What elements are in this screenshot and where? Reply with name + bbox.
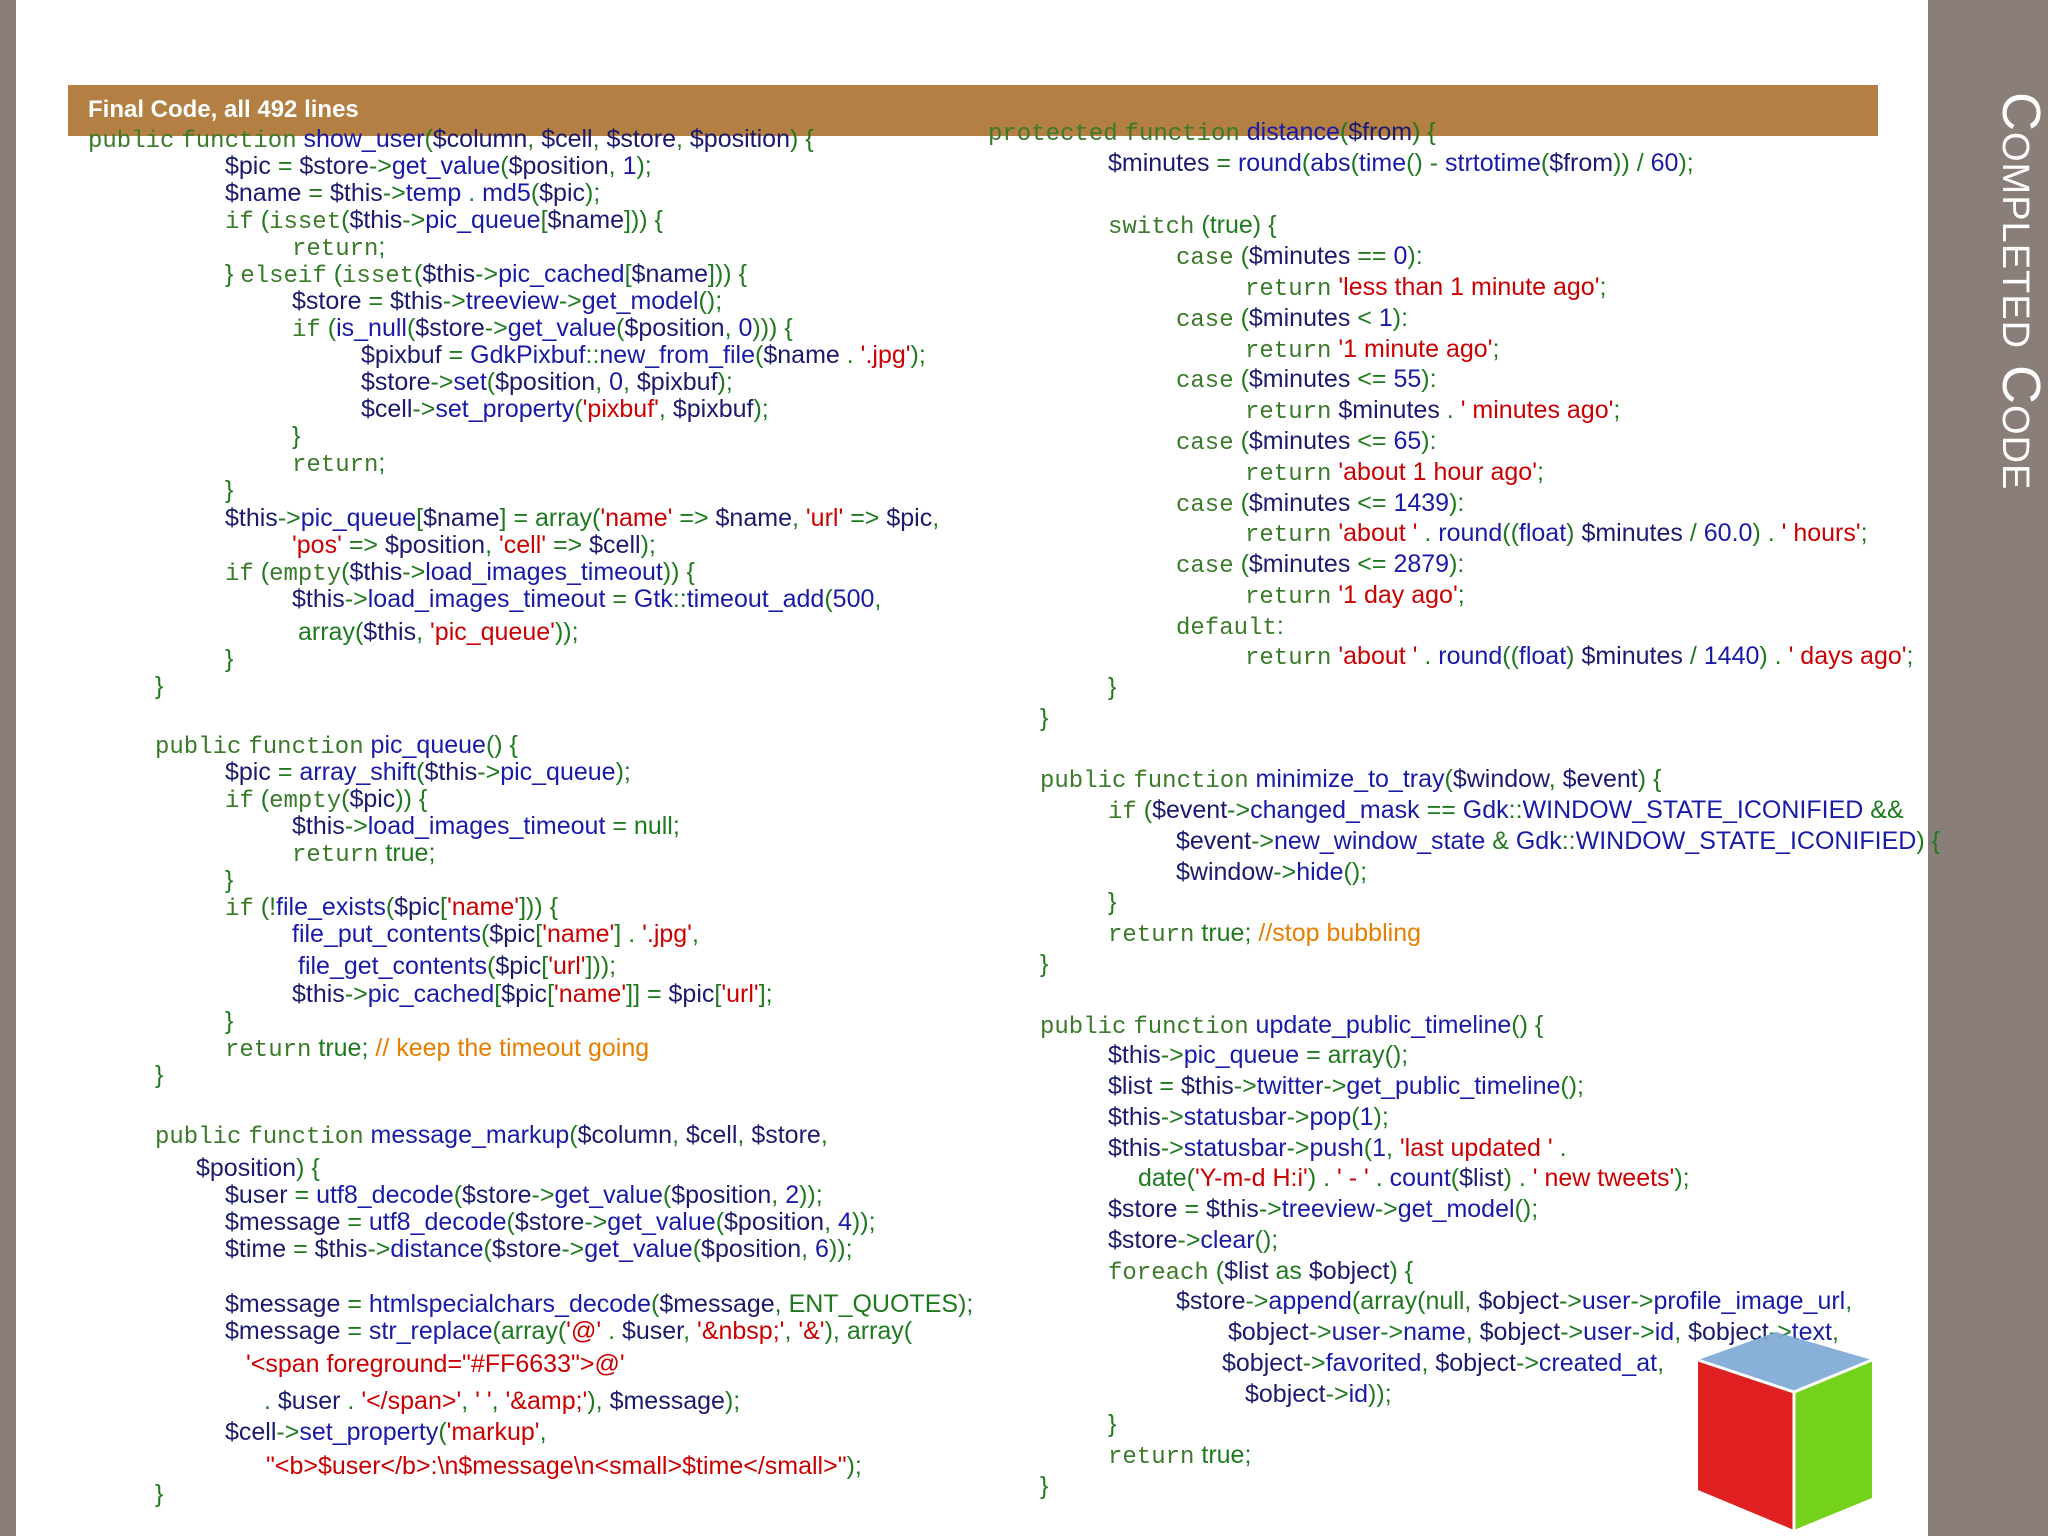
code-line: public function message_markup($column, … — [155, 1121, 828, 1151]
code-line: $this->statusbar->push(1, 'last updated … — [1108, 1134, 1567, 1162]
code-line: $store->set($position, 0, $pixbuf); — [361, 368, 733, 396]
code-line: $store = $this->treeview->get_model(); — [1108, 1195, 1539, 1223]
code-line: return true; // keep the timeout going — [225, 1034, 650, 1064]
code-line: case ($minutes < 1): — [1176, 304, 1409, 334]
code-line: $pic = array_shift($this->pic_queue); — [225, 758, 631, 786]
code-line: return 'about 1 hour ago'; — [1245, 458, 1544, 488]
code-line: . $user . '</span>', ' ', '&amp;'), $mes… — [264, 1387, 741, 1415]
code-line: } — [1040, 950, 1049, 978]
code-line: return true; //stop bubbling — [1108, 919, 1421, 949]
code-line: date('Y-m-d H:i') . ' - ' . count($list)… — [1138, 1164, 1690, 1192]
code-line: '<span foreground="#FF6633">@' — [246, 1350, 625, 1378]
code-line: return $minutes . ' minutes ago'; — [1245, 396, 1621, 426]
code-line: if (isset($this->pic_queue[$name])) { — [225, 206, 663, 236]
code-line: $this->pic_queue = array(); — [1108, 1041, 1409, 1069]
code-line: } — [225, 866, 234, 894]
code-line: } — [292, 422, 301, 450]
code-line: switch (true) { — [1108, 211, 1277, 241]
code-line: protected function distance($from) { — [988, 118, 1436, 148]
code-line: } — [1108, 673, 1117, 701]
code-line: $pixbuf = GdkPixbuf::new_from_file($name… — [361, 341, 926, 369]
code-line: case ($minutes <= 65): — [1176, 427, 1437, 457]
code-line: $store->append(array(null, $object->user… — [1176, 1287, 1853, 1315]
code-line: return 'about ' . round((float) $minutes… — [1245, 642, 1914, 672]
code-line: foreach ($list as $object) { — [1108, 1257, 1414, 1287]
code-line: $cell->set_property('markup', — [225, 1418, 547, 1446]
code-line: $minutes = round(abs(time() - strtotime(… — [1108, 149, 1694, 177]
code-line: $message = htmlspecialchars_decode($mess… — [225, 1290, 974, 1318]
gtk-cube-logo — [1697, 1332, 1873, 1530]
code-line: 'pos' => $position, 'cell' => $cell); — [292, 531, 656, 559]
code-line: return '1 day ago'; — [1245, 581, 1465, 611]
code-line: case ($minutes <= 2879): — [1176, 550, 1465, 580]
code-line: return 'about ' . round((float) $minutes… — [1245, 519, 1868, 549]
code-line: $window->hide(); — [1176, 858, 1368, 886]
code-line: $this->pic_cached[$pic['name']] = $pic['… — [292, 980, 773, 1008]
code-line: return true; — [292, 839, 436, 869]
code-line: public function update_public_timeline()… — [1040, 1011, 1544, 1041]
code-line: $this->statusbar->pop(1); — [1108, 1103, 1389, 1131]
code-line: case ($minutes == 0): — [1176, 242, 1423, 272]
code-line: $object->id)); — [1245, 1380, 1392, 1408]
code-line: $object->favorited, $object->created_at, — [1222, 1349, 1665, 1377]
code-line: $position) { — [196, 1154, 320, 1182]
code-line: } — [155, 1480, 164, 1508]
code-line: } — [155, 672, 164, 700]
code-line: file_get_contents($pic['url'])); — [298, 952, 617, 980]
code-line: if ($event->changed_mask == Gdk::WINDOW_… — [1108, 796, 1904, 826]
code-line: } — [1108, 888, 1117, 916]
code-line: $store->clear(); — [1108, 1226, 1279, 1254]
code-line: array($this, 'pic_queue')); — [298, 618, 579, 646]
code-line: $this->pic_queue[$name] = array('name' =… — [225, 504, 940, 532]
code-line: $cell->set_property('pixbuf', $pixbuf); — [361, 395, 769, 423]
code-line: $time = $this->distance($store->get_valu… — [225, 1235, 853, 1263]
code-line: $message = utf8_decode($store->get_value… — [225, 1208, 876, 1236]
code-line: case ($minutes <= 1439): — [1176, 489, 1465, 519]
code-line: } — [1040, 704, 1049, 732]
code-line: $event->new_window_state & Gdk::WINDOW_S… — [1176, 827, 1940, 855]
left-edge-strip — [0, 0, 16, 1536]
slide-title: Completed Code — [1991, 92, 2048, 491]
code-line: } — [1108, 1410, 1117, 1438]
code-line: } — [225, 1007, 234, 1035]
code-line: return 'less than 1 minute ago'; — [1245, 273, 1607, 303]
code-line: $name = $this->temp . md5($pic); — [225, 179, 601, 207]
code-line: } — [155, 1061, 164, 1089]
code-line: $user = utf8_decode($store->get_value($p… — [225, 1181, 823, 1209]
code-line: return '1 minute ago'; — [1245, 335, 1500, 365]
slide-header: Final Code, all 492 lines — [88, 96, 359, 123]
code-line: return true; — [1108, 1441, 1252, 1471]
code-line: $list = $this->twitter->get_public_timel… — [1108, 1072, 1584, 1100]
code-line: $this->load_images_timeout = null; — [292, 812, 680, 840]
code-line: } — [225, 476, 234, 504]
code-line: $message = str_replace(array('@' . $user… — [225, 1317, 913, 1345]
code-line: case ($minutes <= 55): — [1176, 365, 1437, 395]
code-line: $this->load_images_timeout = Gtk::timeou… — [292, 585, 882, 613]
code-line: $store = $this->treeview->get_model(); — [292, 287, 723, 315]
code-line: $pic = $store->get_value($position, 1); — [225, 152, 652, 180]
code-line: public function minimize_to_tray($window… — [1040, 765, 1662, 795]
code-line: "<b>$user</b>:\n$message\n<small>$time</… — [266, 1452, 862, 1480]
code-line: } — [225, 645, 234, 673]
code-line: } — [1040, 1472, 1049, 1500]
code-line: file_put_contents($pic['name'] . '.jpg', — [292, 920, 699, 948]
code-line: return; — [292, 449, 386, 479]
code-line: default: — [1176, 612, 1284, 642]
